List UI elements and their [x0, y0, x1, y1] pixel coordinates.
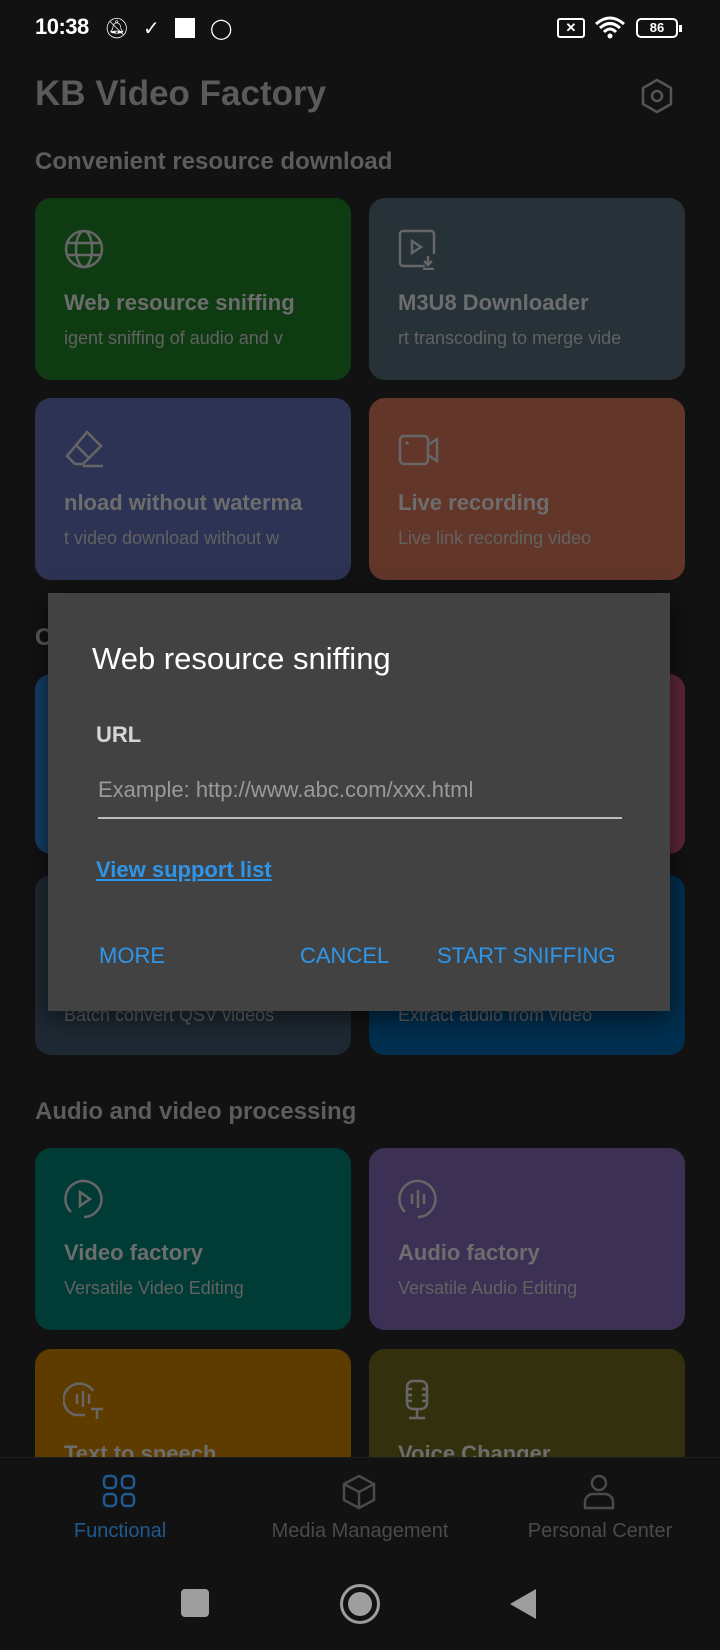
video-camera-icon [398, 434, 439, 466]
wifi-icon [595, 16, 625, 39]
app-notification-icon [175, 18, 195, 38]
nav-personal-center[interactable]: Personal Center [480, 1458, 720, 1568]
video-download-icon [398, 229, 436, 270]
card-web-resource-sniffing[interactable]: Web resource sniffing igent sniffing of … [35, 198, 351, 380]
microphone-icon [405, 1379, 429, 1420]
nav-label: Functional [73, 1520, 167, 1542]
settings-icon[interactable] [640, 78, 674, 114]
no-sim-icon: ✕ [557, 18, 585, 38]
card-subtitle: Versatile Video Editing [64, 1278, 244, 1298]
card-title: Web resource sniffing [64, 290, 295, 315]
card-subtitle: t video download without w [64, 528, 280, 548]
globe-icon [64, 229, 104, 269]
location-icon: ◯ [210, 18, 233, 40]
sniffing-dialog: Web resource sniffing URL View support l… [48, 593, 670, 1011]
system-navigation-bar [0, 1567, 720, 1650]
url-label: URL [96, 722, 142, 747]
nav-functional[interactable]: Functional [0, 1458, 240, 1568]
app-title: KB Video Factory [35, 74, 327, 113]
card-subtitle: igent sniffing of audio and v [64, 328, 283, 348]
mute-notification-icon: 🔕︎ [104, 18, 130, 40]
section-title-download: Convenient resource download [35, 148, 393, 175]
home-button[interactable] [340, 1584, 380, 1624]
view-support-list-link[interactable]: View support list [96, 857, 272, 883]
recents-button[interactable] [181, 1589, 209, 1617]
check-icon: ✓ [143, 18, 160, 40]
card-subtitle: rt transcoding to merge vide [398, 328, 622, 348]
cancel-button[interactable]: CANCEL [300, 943, 389, 969]
play-circle-icon [64, 1179, 103, 1219]
dialog-title: Web resource sniffing [92, 641, 391, 676]
battery-indicator: 86 [636, 18, 678, 38]
nav-label: Personal Center [527, 1520, 673, 1542]
card-title: Video factory [64, 1240, 203, 1265]
card-video-factory[interactable]: Video factory Versatile Video Editing [35, 1148, 351, 1330]
card-subtitle: Versatile Audio Editing [398, 1278, 578, 1298]
card-audio-factory[interactable]: Audio factory Versatile Audio Editing [369, 1148, 685, 1330]
section-title-processing: Audio and video processing [35, 1098, 357, 1125]
start-sniffing-button[interactable]: START SNIFFING [437, 943, 615, 969]
nav-label: Media Management [271, 1520, 449, 1542]
card-download-without-watermark[interactable]: nload without waterma t video download w… [35, 398, 351, 580]
eraser-icon [65, 430, 103, 468]
url-input[interactable] [98, 763, 622, 819]
grid-icon [102, 1474, 136, 1508]
battery-tip [679, 25, 682, 32]
person-icon [583, 1474, 615, 1510]
card-title: Audio factory [398, 1240, 540, 1265]
audio-wave-icon [398, 1179, 437, 1219]
card-title: nload without waterma [64, 490, 303, 515]
nav-media-management[interactable]: Media Management [240, 1458, 480, 1568]
bottom-navigation: Functional Media Management Personal Cen… [0, 1457, 720, 1567]
card-title: Live recording [398, 490, 550, 515]
card-m3u8-downloader[interactable]: M3U8 Downloader rt transcoding to merge … [369, 198, 685, 380]
card-subtitle: Live link recording video [398, 528, 592, 548]
cube-icon [342, 1474, 376, 1510]
status-bar: 10:38 🔕︎ ✓ ◯ ✕ 86 [0, 12, 720, 44]
back-button[interactable] [508, 1587, 538, 1621]
speech-bubble-icon [63, 1382, 103, 1419]
card-live-recording[interactable]: Live recording Live link recording video [369, 398, 685, 580]
status-time: 10:38 [35, 14, 89, 39]
card-title: M3U8 Downloader [398, 290, 589, 315]
more-button[interactable]: MORE [99, 943, 165, 969]
